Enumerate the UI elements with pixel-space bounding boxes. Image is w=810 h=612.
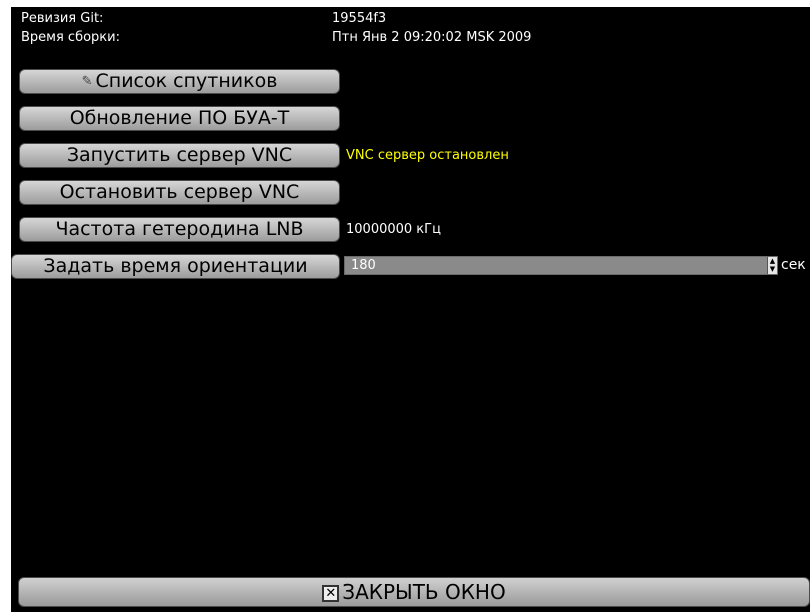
git-revision-label: Ревизия Git: xyxy=(21,11,104,26)
stop-vnc-label: Остановить сервер VNC xyxy=(59,181,300,203)
orientation-time-button[interactable]: Задать время ориентации xyxy=(11,254,340,279)
update-firmware-button[interactable]: Обновление ПО БУА-Т xyxy=(19,106,340,131)
lnb-frequency-value: 10000000 кГц xyxy=(346,222,441,237)
update-firmware-label: Обновление ПО БУА-Т xyxy=(69,107,290,129)
spinbox-arrows-icon[interactable]: ▲ ▼ xyxy=(767,257,777,274)
lnb-frequency-button[interactable]: Частота гетеродина LNB xyxy=(19,217,340,242)
settings-panel: Ревизия Git: 19554f3 Время сборки: Птн Я… xyxy=(11,7,810,612)
close-box-icon: ✕ xyxy=(322,585,340,602)
git-revision-value: 19554f3 xyxy=(332,11,387,26)
orientation-time-spinbox[interactable]: 180 ▲ ▼ xyxy=(344,256,778,275)
stop-vnc-button[interactable]: Остановить сервер VNC xyxy=(19,180,340,205)
vnc-status: VNC сервер остановлен xyxy=(346,148,509,163)
edit-icon: ✎ xyxy=(81,74,93,89)
lnb-frequency-label: Частота гетеродина LNB xyxy=(55,218,304,240)
orientation-time-unit: сек xyxy=(781,257,806,273)
close-window-label: ЗАКРЫТЬ ОКНО xyxy=(342,580,506,604)
satellite-list-label: Список спутников xyxy=(95,70,278,92)
build-time-value: Птн Янв 2 09:20:02 MSK 2009 xyxy=(332,30,532,45)
orientation-time-label: Задать время ориентации xyxy=(43,255,308,277)
start-vnc-button[interactable]: Запустить сервер VNC xyxy=(19,143,340,168)
start-vnc-label: Запустить сервер VNC xyxy=(66,144,293,166)
build-time-label: Время сборки: xyxy=(21,30,120,45)
orientation-time-value: 180 xyxy=(351,258,376,273)
satellite-list-button[interactable]: ✎ Список спутников xyxy=(19,69,340,94)
close-window-button[interactable]: ✕ ЗАКРЫТЬ ОКНО xyxy=(18,577,810,607)
